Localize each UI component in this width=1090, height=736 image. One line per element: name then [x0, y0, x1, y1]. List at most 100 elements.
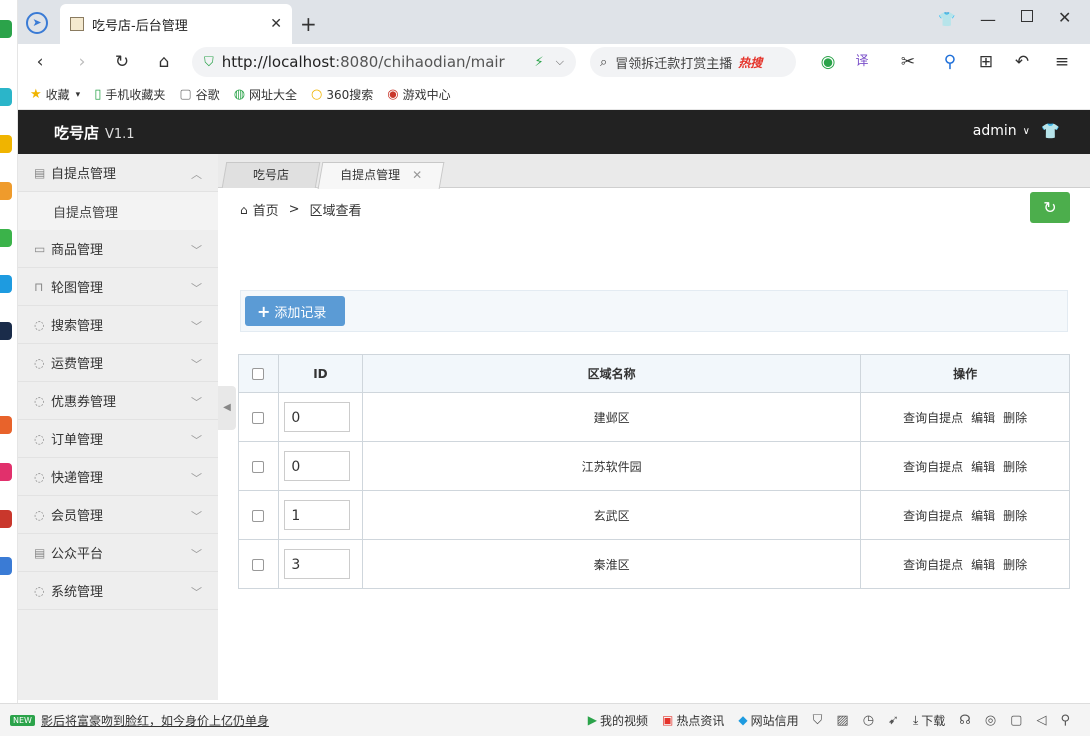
window-icon[interactable]: ▢ [1010, 713, 1022, 728]
translate-icon[interactable]: 译 [850, 50, 874, 74]
sidebar-item-search[interactable]: ◌ 搜索管理 ﹀ [18, 306, 218, 344]
view-pickup-link[interactable]: 查询自提点 [903, 558, 963, 572]
app-icon[interactable] [0, 88, 12, 106]
select-all-checkbox[interactable] [252, 368, 265, 380]
wechat-icon[interactable]: ◉ [816, 50, 840, 74]
sort-id-input[interactable]: 0 [284, 402, 351, 432]
volume-icon[interactable]: ◁ [1036, 713, 1046, 728]
bookmark-directory[interactable]: ◍ 网址大全 [234, 86, 297, 103]
add-record-button[interactable]: + 添加记录 [245, 296, 345, 326]
speed-icon[interactable]: ◷ [863, 713, 874, 728]
new-tab-icon[interactable]: + [300, 12, 317, 36]
delete-link[interactable]: 删除 [1003, 558, 1027, 572]
view-pickup-link[interactable]: 查询自提点 [903, 509, 963, 523]
chevron-down-icon[interactable]: ⌵ [556, 55, 564, 69]
app-icon[interactable] [0, 463, 12, 481]
search-box[interactable]: ⌕ 冒领拆迁款打赏主播 热搜 [590, 47, 796, 77]
download-button[interactable]: ⤓ 下载 [913, 712, 945, 729]
row-checkbox[interactable] [252, 509, 265, 522]
sidebar-item-express[interactable]: ◌ 快递管理 ﹀ [18, 458, 218, 496]
lightning-icon[interactable]: ⚡ [535, 55, 544, 70]
bookmark-google[interactable]: ▢ 谷歌 [179, 86, 219, 103]
zoom-icon[interactable]: ⚲ [938, 50, 962, 74]
refresh-button[interactable]: ↻ [1030, 192, 1070, 223]
app-icon[interactable] [0, 275, 12, 293]
edit-link[interactable]: 编辑 [971, 558, 995, 572]
minimize-icon[interactable]: — [980, 10, 996, 29]
sort-id-input[interactable]: 1 [284, 500, 351, 530]
edit-link[interactable]: 编辑 [971, 509, 995, 523]
app-icon[interactable] [0, 229, 12, 247]
search-text: 冒领拆迁款打赏主播 [615, 56, 733, 72]
sidebar-item-coupons[interactable]: ◌ 优惠券管理 ﹀ [18, 382, 218, 420]
close-window-icon[interactable]: ✕ [1058, 8, 1071, 27]
sidebar-subitem-pickup[interactable]: 自提点管理 [18, 192, 218, 230]
address-bar[interactable]: ⛉ http://localhost:8080/chihaodian/mair … [192, 47, 576, 77]
sidebar-item-products[interactable]: ▭ 商品管理 ﹀ [18, 230, 218, 268]
close-tab-icon[interactable]: ✕ [270, 16, 282, 32]
shirt-icon[interactable]: 👕 [938, 12, 955, 28]
browser-logo-icon[interactable]: ➤ [26, 12, 48, 34]
app-icon[interactable] [0, 322, 12, 340]
app-icon[interactable] [0, 510, 12, 528]
close-tab-icon[interactable]: ✕ [412, 163, 422, 187]
app-icon[interactable] [0, 416, 12, 434]
scissors-icon[interactable]: ✂ [896, 50, 920, 74]
sidebar-item-pickup[interactable]: ▤ 自提点管理 ︿ [18, 154, 218, 192]
edit-link[interactable]: 编辑 [971, 460, 995, 474]
apps-grid-icon[interactable]: ⊞ [974, 50, 998, 74]
row-checkbox[interactable] [252, 558, 265, 571]
sidebar-item-system[interactable]: ◌ 系统管理 ﹀ [18, 572, 218, 610]
image-icon[interactable]: ▨ [836, 713, 848, 728]
hot-news-button[interactable]: ▣ 热点资讯 [662, 712, 724, 729]
sidebar-item-carousel[interactable]: ⊓ 轮图管理 ﹀ [18, 268, 218, 306]
forward-icon[interactable]: › [70, 50, 94, 74]
sidebar-item-orders[interactable]: ◌ 订单管理 ﹀ [18, 420, 218, 458]
row-checkbox[interactable] [252, 460, 265, 473]
sort-id-input[interactable]: 3 [284, 549, 351, 579]
headset-icon[interactable]: ☊ [959, 713, 971, 728]
chat-icon: ◌ [34, 431, 45, 446]
app-icon[interactable] [0, 557, 12, 575]
back-icon[interactable]: ‹ [28, 50, 52, 74]
user-menu[interactable]: admin ∨ [973, 123, 1030, 139]
browser-icon[interactable]: ◎ [985, 713, 996, 728]
refresh-icon: ↻ [1043, 198, 1057, 217]
bookmark-favorites[interactable]: ★ 收藏 ▾ [30, 86, 80, 103]
row-checkbox[interactable] [252, 411, 265, 424]
view-pickup-link[interactable]: 查询自提点 [903, 411, 963, 425]
home-icon[interactable]: ⌂ [152, 50, 176, 74]
sort-id-input[interactable]: 0 [284, 451, 351, 481]
bookmark-games[interactable]: ◉ 游戏中心 [387, 86, 450, 103]
news-link[interactable]: 影后将富豪吻到脸红，如今身价上亿仍单身 [41, 712, 269, 729]
undo-icon[interactable]: ↶ [1010, 50, 1034, 74]
delete-link[interactable]: 删除 [1003, 509, 1027, 523]
view-pickup-link[interactable]: 查询自提点 [903, 460, 963, 474]
sidebar-collapse-handle[interactable]: ◀ [218, 386, 236, 430]
delete-link[interactable]: 删除 [1003, 460, 1027, 474]
maximize-icon[interactable] [1021, 10, 1033, 22]
bookmark-360search[interactable]: ○ 360搜索 [311, 86, 373, 103]
site-credit-button[interactable]: ◆ 网站信用 [738, 712, 798, 729]
edit-link[interactable]: 编辑 [971, 411, 995, 425]
theme-shirt-icon[interactable]: 👕 [1041, 122, 1060, 140]
tab-home[interactable]: 吃号店 [221, 162, 321, 188]
rocket-icon[interactable]: ➹ [888, 713, 899, 728]
browser-tab[interactable]: 吃号店-后台管理 ✕ [60, 4, 292, 44]
app-icon[interactable] [0, 182, 12, 200]
menu-icon[interactable]: ≡ [1050, 50, 1074, 74]
reload-icon[interactable]: ↻ [110, 50, 134, 74]
tab-pickup-management[interactable]: 自提点管理 ✕ [317, 162, 445, 189]
sidebar-item-public-platform[interactable]: ▤ 公众平台 ﹀ [18, 534, 218, 572]
zoom-icon[interactable]: ⚲ [1060, 713, 1070, 728]
breadcrumb-home[interactable]: 首页 [253, 200, 279, 219]
actions-cell: 查询自提点 编辑 删除 [860, 490, 1070, 540]
app-icon[interactable] [0, 135, 12, 153]
shield-icon[interactable]: ⛉ [813, 713, 823, 728]
delete-link[interactable]: 删除 [1003, 411, 1027, 425]
sidebar-item-shipping[interactable]: ◌ 运费管理 ﹀ [18, 344, 218, 382]
app-icon[interactable] [0, 20, 12, 38]
sidebar-item-members[interactable]: ◌ 会员管理 ﹀ [18, 496, 218, 534]
my-videos-button[interactable]: ▶ 我的视频 [588, 712, 648, 729]
bookmark-mobile[interactable]: ▯ 手机收藏夹 [94, 86, 165, 103]
